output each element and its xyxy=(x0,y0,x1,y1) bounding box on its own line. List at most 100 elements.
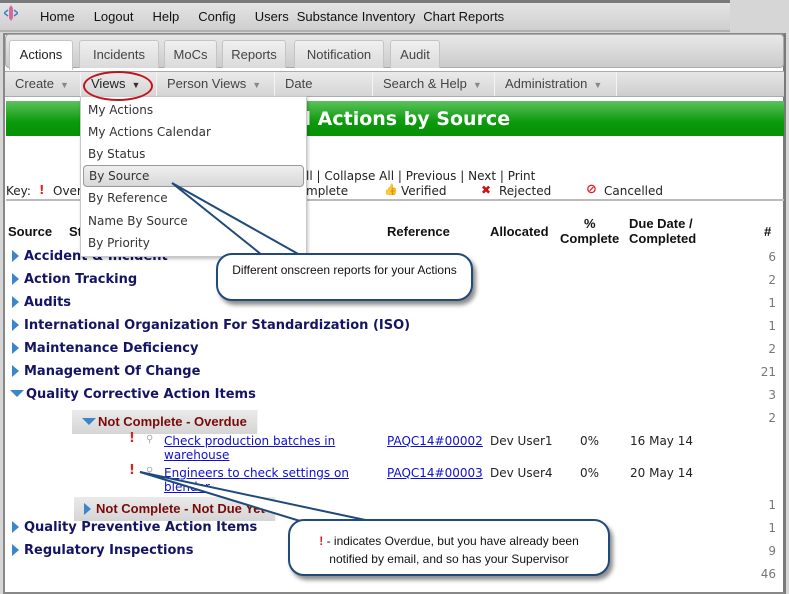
menu-config[interactable]: Config xyxy=(198,9,236,24)
subgroup-count: 2 xyxy=(768,411,776,425)
overdue-callout-line1: - indicates Overdue, but you have alread… xyxy=(323,534,579,548)
submenu-create[interactable]: Create ▼ xyxy=(5,72,81,96)
separator: | xyxy=(394,169,406,183)
group-count: 9 xyxy=(768,544,776,558)
col-header-allocated[interactable]: Allocated xyxy=(490,224,549,239)
menu-home[interactable]: Home xyxy=(40,9,75,24)
expand-arrow-icon xyxy=(12,273,19,285)
group-count: 3 xyxy=(768,388,776,402)
tab-audit[interactable]: Audit xyxy=(390,40,440,68)
submenu-search-help-label: Search & Help xyxy=(383,76,467,91)
key-overdue-label: Over xyxy=(53,184,82,198)
tab-reports[interactable]: Reports xyxy=(222,40,286,68)
submenu-person-views-label: Person Views xyxy=(167,76,247,91)
expand-arrow-icon xyxy=(12,342,19,354)
action-title-link[interactable]: Check production batches in warehouse xyxy=(164,434,364,462)
separator: | xyxy=(456,169,469,183)
submenu-administration[interactable]: Administration ▼ xyxy=(495,72,617,96)
dropdown-item-my-actions-calendar[interactable]: My Actions Calendar xyxy=(88,125,211,139)
group-name: Regulatory Inspections xyxy=(24,543,194,558)
menu-logout[interactable]: Logout xyxy=(94,9,134,24)
overdue-icon: ! xyxy=(129,463,135,478)
module-tabs: Actions Incidents MoCs Reports Notificat… xyxy=(5,34,784,70)
subgroup-row-expanded[interactable]: Not Complete - Overdue xyxy=(72,410,258,434)
group-name: Audits xyxy=(24,295,72,310)
report-nav-links: ll | Collapse All | Previous | Next | Pr… xyxy=(306,169,535,183)
col-header-pct[interactable]: % xyxy=(584,216,596,231)
col-header-complete[interactable]: Complete xyxy=(560,231,619,246)
subgroup-name: Not Complete - Overdue xyxy=(98,414,247,429)
col-header-source[interactable]: Source xyxy=(8,224,52,239)
group-row-expanded[interactable]: Quality Corrective Action Items xyxy=(10,387,256,402)
menu-help[interactable]: Help xyxy=(152,9,179,24)
group-row[interactable]: International Organization For Standardi… xyxy=(12,318,410,333)
tab-notification[interactable]: Notification xyxy=(294,40,384,68)
menu-substance-inventory[interactable]: Substance Inventory xyxy=(297,9,416,24)
tab-incidents[interactable]: Incidents xyxy=(79,40,159,68)
tab-mocs[interactable]: MoCs xyxy=(164,40,217,68)
dropdown-item-by-status[interactable]: By Status xyxy=(88,147,145,161)
dropdown-item-by-source[interactable]: By Source xyxy=(83,165,304,187)
group-count: 6 xyxy=(768,250,776,264)
col-header-reference[interactable]: Reference xyxy=(387,224,450,239)
group-row[interactable]: Maintenance Deficiency xyxy=(12,341,198,356)
action-reference-link[interactable]: PAQC14#00003 xyxy=(387,466,483,480)
top-menu-bar: Home Logout Help Config Users Substance … xyxy=(0,0,730,32)
subgroup-name: Not Complete - Not Due Yet xyxy=(96,501,265,516)
group-count: 1 xyxy=(768,521,776,535)
expand-all-link[interactable]: ll xyxy=(306,169,313,183)
menu-chart-reports[interactable]: Chart Reports xyxy=(423,9,504,24)
key-label: Key: xyxy=(6,184,31,198)
collapse-all-link[interactable]: Collapse All xyxy=(324,169,394,183)
group-name: Action Tracking xyxy=(24,272,138,287)
col-header-completed[interactable]: Completed xyxy=(629,231,696,246)
delegate-icon: ⚲ xyxy=(146,466,154,477)
menu-users[interactable]: Users xyxy=(255,9,289,24)
action-title-line: Check production batches in xyxy=(164,434,336,448)
group-count: 2 xyxy=(768,342,776,356)
group-row[interactable]: Regulatory Inspections xyxy=(12,543,193,558)
key-rejected-label: Rejected xyxy=(499,184,552,198)
group-row[interactable]: Action Tracking xyxy=(12,272,137,287)
expand-arrow-icon xyxy=(12,319,19,331)
previous-link[interactable]: Previous xyxy=(406,169,457,183)
group-name: Management Of Change xyxy=(24,364,201,379)
group-count: 21 xyxy=(760,365,776,379)
submenu-person-views[interactable]: Person Views ▼ xyxy=(157,72,275,96)
dropdown-item-name-by-source[interactable]: Name By Source xyxy=(88,214,188,228)
col-header-count: # xyxy=(764,224,772,239)
group-row[interactable]: Quality Preventive Action Items xyxy=(12,520,257,535)
chevron-down-icon: ▼ xyxy=(60,80,69,90)
key-verified-label: Verified xyxy=(401,184,447,198)
print-link[interactable]: Print xyxy=(508,169,536,183)
action-pct-complete: 0% xyxy=(580,466,600,480)
page-title: ll Actions by Source xyxy=(298,108,511,130)
overdue-icon: ! xyxy=(39,183,45,197)
dropdown-item-my-actions[interactable]: My Actions xyxy=(88,103,153,117)
dropdown-item-by-priority[interactable]: By Priority xyxy=(88,236,150,250)
dropdown-item-by-reference[interactable]: By Reference xyxy=(88,191,168,205)
col-header-due-date[interactable]: Due Date / xyxy=(629,216,693,231)
tab-actions[interactable]: Actions xyxy=(9,40,73,70)
submenu-search-help[interactable]: Search & Help ▼ xyxy=(373,72,495,96)
key-complete-label: mplete xyxy=(306,184,349,198)
group-row[interactable]: Audits xyxy=(12,295,71,310)
expand-arrow-icon xyxy=(12,250,19,262)
action-reference-link[interactable]: PAQC14#00002 xyxy=(387,434,483,448)
action-title-link[interactable]: Engineers to check settings on blender xyxy=(164,466,364,494)
overdue-callout: ! - indicates Overdue, but you have alre… xyxy=(288,519,610,576)
subgroup-count: 1 xyxy=(768,498,776,512)
subgroup-row[interactable]: Not Complete - Not Due Yet xyxy=(74,497,276,521)
separator: | xyxy=(496,169,508,183)
chevron-down-icon: ▼ xyxy=(252,80,262,90)
views-callout: Different onscreen reports for your Acti… xyxy=(216,253,473,301)
group-row[interactable]: Management Of Change xyxy=(12,364,200,379)
delegate-icon: ⚲ xyxy=(146,434,154,445)
total-count: 46 xyxy=(760,567,776,581)
thumbs-up-icon: 👍 xyxy=(384,183,398,196)
submenu-date-views[interactable]: Date Views▼ xyxy=(275,72,373,115)
group-name: Quality Corrective Action Items xyxy=(26,387,256,402)
key-cancelled-label: Cancelled xyxy=(604,184,663,198)
action-allocated: Dev User4 xyxy=(490,466,553,480)
next-link[interactable]: Next xyxy=(468,169,496,183)
